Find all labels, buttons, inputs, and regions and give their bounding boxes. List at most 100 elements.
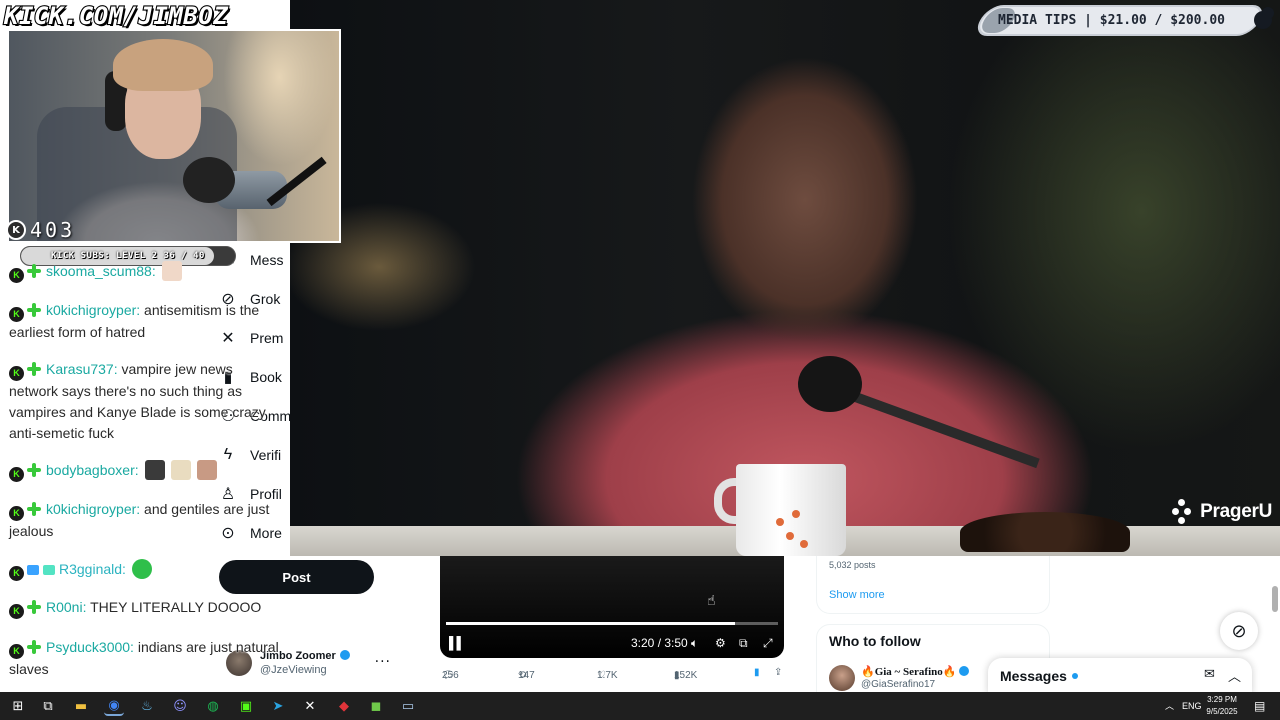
task-view-icon[interactable]: ⧉ <box>38 696 58 716</box>
chat-username: bodybagboxer: <box>46 462 139 478</box>
mouse-cursor-icon: ☝ <box>707 593 716 609</box>
chat-message: K R00ni: THEY LITERALLY DOOOO <box>9 597 319 619</box>
mug-dot <box>776 518 784 526</box>
viewer-count: K 403 <box>6 218 75 242</box>
chat-message: Kk0kichigroyper: and gentiles are just j… <box>9 499 319 542</box>
mug-dot <box>786 532 794 540</box>
kick-badge-icon: K <box>9 366 24 381</box>
chat-message: Kk0kichigroyper: antisemitism is the ear… <box>9 300 319 343</box>
app-icon-red[interactable]: ◆ <box>334 696 354 716</box>
follow-handle: @GiaSerafino17 <box>861 679 936 690</box>
stream-chat: Kskooma_scum88: Kk0kichigroyper: antisem… <box>0 261 330 692</box>
video-microphone <box>798 356 862 412</box>
tray-chevron-up-icon[interactable]: ︿ <box>1165 692 1174 720</box>
webcam-mic <box>183 157 235 203</box>
pause-icon[interactable]: ▌▌ <box>449 636 465 650</box>
compose-message-icon[interactable]: ✉ <box>1204 667 1215 682</box>
media-tips-label: MEDIA TIPS <box>998 13 1077 28</box>
windows-taskbar: ⊞ ⧉ ▬ ◉ ♨ ☺ ◍ ▣ ➤ ✕ ◆ ◼ ▭ ︿ ENG 3:29 PM … <box>0 692 1280 720</box>
account-more-icon[interactable]: ··· <box>375 654 391 670</box>
x-app-icon[interactable]: ✕ <box>300 696 320 716</box>
fullscreen-icon[interactable]: ⤢ <box>763 636 773 651</box>
chat-username: k0kichigroyper: <box>46 302 141 318</box>
video-mic-arm <box>848 390 1040 469</box>
chat-text: and gentiles are just <box>144 501 270 517</box>
emote-icon <box>196 460 217 480</box>
embedded-video-player[interactable]: ▌▌ 3:20 / 3:50 🔈︎ ⚙ ⧉ ⤢ <box>440 556 784 658</box>
file-explorer-icon[interactable]: ▬ <box>71 696 91 716</box>
post-action-bar: 💬︎ 256 ⟲ 147 ♡ 1.7K ▮ 152K ▮ ⇪ <box>440 664 790 684</box>
kick-badge-icon: K <box>9 307 24 322</box>
chat-username: Psyduck3000: <box>46 639 134 655</box>
messages-drawer[interactable]: Messages ✉ ︿ <box>988 658 1252 694</box>
like-count: 1.7K <box>597 670 618 681</box>
prageru-wordmark: PragerU <box>1200 501 1272 522</box>
chat-text: vampires and Kanye Blade is some crazy <box>9 404 266 420</box>
chat-text: indians are just natural <box>137 639 279 655</box>
kick-badge-icon: K <box>9 604 24 619</box>
kick-badge-icon: K <box>9 268 24 283</box>
gear-icon[interactable]: ⚙ <box>715 636 726 650</box>
windows-start-icon[interactable]: ⊞ <box>8 696 28 716</box>
share-icon[interactable]: ⇪ <box>774 667 782 678</box>
chat-text: antisemitism is the <box>144 302 260 318</box>
follow-name: 🔥Gia ~ Serafino🔥 <box>861 666 957 678</box>
telegram-icon[interactable]: ➤ <box>268 696 288 716</box>
media-tips-text: MEDIA TIPS | $21.00 / $200.00 <box>998 13 1225 28</box>
chat-username: Karasu737: <box>46 361 118 377</box>
avatar[interactable] <box>829 665 855 691</box>
main-video: PragerU <box>290 0 1280 556</box>
chat-text: vampire jew news <box>121 361 233 377</box>
green-cross-badge-icon <box>27 362 41 376</box>
show-more-link[interactable]: Show more <box>829 589 885 601</box>
chevron-up-icon[interactable]: ︿ <box>1228 666 1241 685</box>
kick-app-icon[interactable]: ▣ <box>236 696 256 716</box>
kick-badge-icon: K <box>9 506 24 521</box>
mug-dot <box>800 540 808 548</box>
chat-message: K R3gginald: <box>9 559 319 581</box>
mug-dot <box>792 510 800 518</box>
discord-icon[interactable]: ☺ <box>170 696 190 716</box>
kick-badge-icon: K <box>9 467 24 482</box>
app-icon-green[interactable]: ◼ <box>366 696 386 716</box>
logo-dot <box>1178 499 1186 506</box>
video-progress-track[interactable] <box>446 622 778 625</box>
unread-dot-icon <box>1071 673 1078 679</box>
app-icon-window[interactable]: ▭ <box>398 696 418 716</box>
notification-icon[interactable]: ▤ <box>1254 692 1265 720</box>
volume-icon[interactable]: 🔈︎ <box>691 636 698 651</box>
view-count: 152K <box>674 670 698 681</box>
screen: ✉Mess ⊘Grok ✕Prem ▮Book ⚇Comm ϟVerifi ♙P… <box>0 0 1280 720</box>
chat-message: Kbodybagboxer: <box>9 460 319 482</box>
chat-username: skooma_scum88: <box>46 263 156 279</box>
trend-card: 5,032 posts Show more <box>816 552 1050 614</box>
media-tips-bar: MEDIA TIPS | $21.00 / $200.00 <box>966 5 1280 36</box>
repost-count: 147 <box>518 670 535 681</box>
taskbar-clock[interactable]: 3:29 PM 9/5/2025 <box>1198 694 1246 718</box>
chrome-icon[interactable]: ◉ <box>104 696 124 716</box>
green-cross-badge-icon <box>27 463 41 477</box>
chat-text: jealous <box>9 523 54 539</box>
clock-date: 9/5/2025 <box>1206 707 1238 716</box>
chat-text: slaves <box>9 661 49 677</box>
green-cross-badge-icon <box>27 303 41 317</box>
logo-dot <box>1184 508 1192 515</box>
tier-badge-icon <box>43 565 55 575</box>
spotify-icon[interactable]: ◍ <box>203 696 223 716</box>
bookmark-button-icon[interactable]: ▮ <box>754 667 760 678</box>
clock-time: 3:29 PM <box>1207 695 1237 704</box>
grok-fab-icon[interactable]: ⊘ <box>1220 612 1258 650</box>
verified-badge-icon <box>959 666 970 676</box>
picture-in-picture-icon[interactable]: ⧉ <box>739 636 748 651</box>
reply-count: 256 <box>442 670 459 681</box>
media-tips-dot-icon <box>1262 7 1274 19</box>
scrollbar-thumb[interactable] <box>1272 586 1278 612</box>
green-cross-badge-icon <box>27 600 41 614</box>
follow-name-row[interactable]: 🔥Gia ~ Serafino🔥 <box>861 665 970 678</box>
steam-icon[interactable]: ♨ <box>137 696 157 716</box>
emote-icon <box>161 261 182 281</box>
chat-message: Kskooma_scum88: <box>9 261 319 283</box>
prageru-logo: PragerU <box>1172 497 1272 527</box>
emote-icon <box>170 460 191 480</box>
chat-message: K Psyduck3000: indians are just natural s… <box>9 637 319 680</box>
